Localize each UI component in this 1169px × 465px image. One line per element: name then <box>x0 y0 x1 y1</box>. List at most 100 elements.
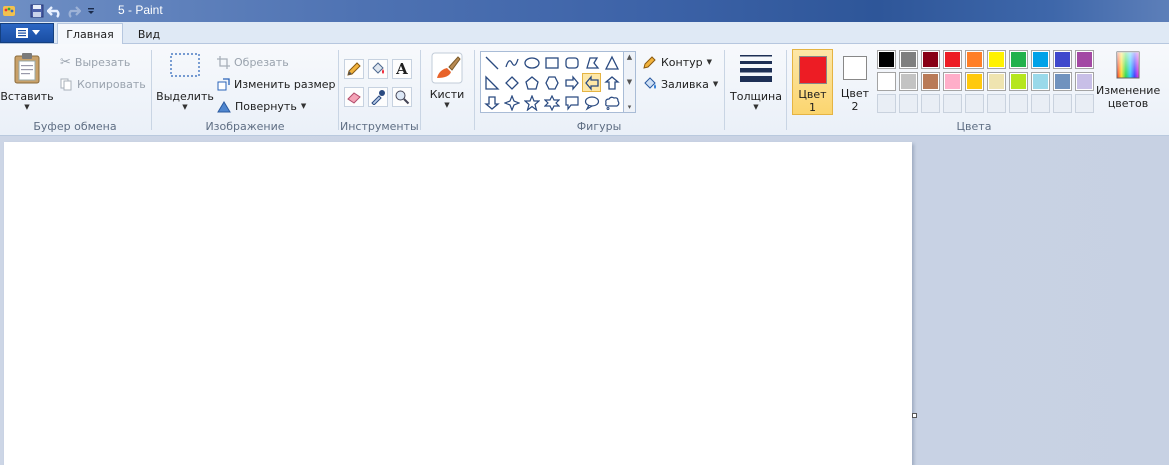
tools-group-label: Инструменты <box>340 120 419 133</box>
palette-swatch[interactable] <box>965 72 984 91</box>
app-menu-button[interactable] <box>0 23 54 43</box>
left-arrow-shape-icon[interactable] <box>582 73 601 92</box>
palette-swatch[interactable] <box>943 72 962 91</box>
palette-empty-swatch[interactable] <box>877 94 896 113</box>
palette-swatch[interactable] <box>899 72 918 91</box>
customize-qat-icon[interactable] <box>82 2 100 20</box>
redo-icon[interactable] <box>64 2 82 20</box>
palette-swatch[interactable] <box>1053 50 1072 69</box>
color2-button[interactable]: Цвет 2 <box>838 49 872 115</box>
palette-swatch[interactable] <box>1009 72 1028 91</box>
line-shape-icon[interactable] <box>482 53 501 72</box>
outline-button[interactable]: Контур ▼ <box>643 53 712 71</box>
shapes-gallery-scroll[interactable]: ▲ ▼ ▾ <box>623 51 636 113</box>
down-arrow-shape-icon[interactable] <box>482 93 501 112</box>
tab-home[interactable]: Главная <box>57 23 123 45</box>
chevron-down-icon: ▼ <box>300 102 307 110</box>
palette-swatch[interactable] <box>1075 72 1094 91</box>
cloud-callout-shape-icon[interactable] <box>602 93 621 112</box>
scroll-up-icon[interactable]: ▲ <box>627 53 632 61</box>
drawing-canvas[interactable] <box>4 142 912 465</box>
palette-swatch[interactable] <box>943 50 962 69</box>
title-bar: 5 - Paint <box>0 0 1169 22</box>
tab-view[interactable]: Вид <box>128 23 170 45</box>
hexagon-shape-icon[interactable] <box>542 73 561 92</box>
colors-group-label: Цвета <box>956 120 992 133</box>
eraser-tool[interactable] <box>344 87 364 107</box>
select-button[interactable]: Выделить ▼ <box>156 52 214 111</box>
pencil-tool[interactable] <box>344 59 364 79</box>
palette-empty-swatch[interactable] <box>1009 94 1028 113</box>
divider <box>724 50 725 130</box>
text-tool[interactable]: A <box>392 59 412 79</box>
palette-swatch[interactable] <box>987 72 1006 91</box>
color-picker-tool[interactable] <box>368 87 388 107</box>
palette-swatch[interactable] <box>899 50 918 69</box>
palette-empty-swatch[interactable] <box>899 94 918 113</box>
palette-swatch[interactable] <box>921 72 940 91</box>
palette-swatch[interactable] <box>1031 72 1050 91</box>
scroll-down-icon[interactable]: ▼ <box>627 78 632 86</box>
save-icon[interactable] <box>28 2 46 20</box>
brushes-label: Кисти <box>429 88 465 101</box>
crop-button[interactable]: Обрезать <box>217 53 289 71</box>
rounded-rectangle-shape-icon[interactable] <box>562 53 581 72</box>
paste-button[interactable]: Вставить ▼ <box>0 52 54 111</box>
palette-swatch[interactable] <box>1053 72 1072 91</box>
palette-swatch[interactable] <box>1009 50 1028 69</box>
palette-swatch[interactable] <box>965 50 984 69</box>
paint-app-icon[interactable] <box>0 2 18 20</box>
fill-tool[interactable] <box>368 59 388 79</box>
image-group: Выделить ▼ Обрезать Изменить размер Пове… <box>153 46 337 134</box>
undo-icon[interactable] <box>46 2 64 20</box>
size-button[interactable]: Толщина ▼ <box>730 52 782 111</box>
palette-empty-swatch[interactable] <box>1053 94 1072 113</box>
palette-empty-swatch[interactable] <box>1075 94 1094 113</box>
right-triangle-shape-icon[interactable] <box>482 73 501 92</box>
palette-empty-swatch[interactable] <box>987 94 1006 113</box>
menu-icon <box>15 28 28 38</box>
color1-swatch <box>799 56 827 84</box>
up-arrow-shape-icon[interactable] <box>602 73 621 92</box>
pentagon-shape-icon[interactable] <box>522 73 541 92</box>
rotate-icon <box>217 100 231 112</box>
fill-button[interactable]: Заливка ▼ <box>643 75 718 93</box>
oval-shape-icon[interactable] <box>522 53 541 72</box>
right-arrow-shape-icon[interactable] <box>562 73 581 92</box>
rotate-button[interactable]: Повернуть ▼ <box>217 97 306 115</box>
clipboard-icon <box>14 53 40 84</box>
color1-button[interactable]: Цвет 1 <box>792 49 833 115</box>
rectangle-shape-icon[interactable] <box>542 53 561 72</box>
six-point-star-shape-icon[interactable] <box>542 93 561 112</box>
palette-empty-swatch[interactable] <box>943 94 962 113</box>
palette-empty-swatch[interactable] <box>1031 94 1050 113</box>
line-thickness-icon <box>740 55 772 82</box>
triangle-shape-icon[interactable] <box>602 53 621 72</box>
brushes-button[interactable]: Кисти ▼ <box>426 52 468 109</box>
edit-colors-button[interactable]: Изменение цветов <box>1096 51 1160 117</box>
palette-swatch[interactable] <box>921 50 940 69</box>
palette-swatch[interactable] <box>877 50 896 69</box>
magnifier-tool[interactable] <box>392 87 412 107</box>
copy-button[interactable]: Копировать <box>60 75 146 93</box>
chevron-down-icon: ▼ <box>712 80 719 88</box>
five-point-star-shape-icon[interactable] <box>522 93 541 112</box>
curve-shape-icon[interactable] <box>502 53 521 72</box>
palette-empty-swatch[interactable] <box>965 94 984 113</box>
cut-button[interactable]: ✂ Вырезать <box>60 53 130 71</box>
divider <box>420 50 421 130</box>
rectangular-callout-shape-icon[interactable] <box>562 93 581 112</box>
canvas-resize-handle[interactable] <box>912 413 917 418</box>
polygon-shape-icon[interactable] <box>582 53 601 72</box>
resize-button[interactable]: Изменить размер <box>217 75 336 93</box>
divider <box>151 50 152 130</box>
palette-empty-swatch[interactable] <box>921 94 940 113</box>
palette-swatch[interactable] <box>987 50 1006 69</box>
oval-callout-shape-icon[interactable] <box>582 93 601 112</box>
palette-swatch[interactable] <box>1031 50 1050 69</box>
palette-swatch[interactable] <box>877 72 896 91</box>
four-point-star-shape-icon[interactable] <box>502 93 521 112</box>
palette-swatch[interactable] <box>1075 50 1094 69</box>
gallery-expand-icon[interactable]: ▾ <box>628 103 632 111</box>
diamond-shape-icon[interactable] <box>502 73 521 92</box>
